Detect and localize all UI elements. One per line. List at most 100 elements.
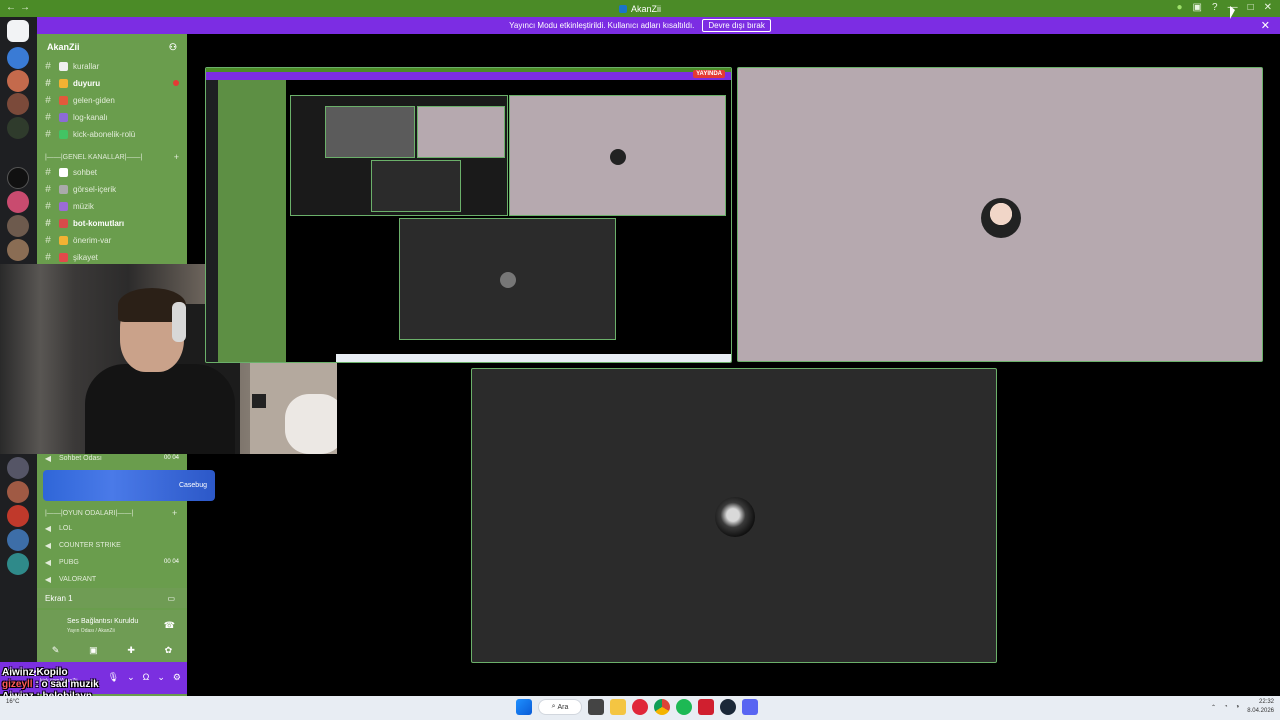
server-icon[interactable] bbox=[7, 167, 29, 189]
discord-home-icon[interactable] bbox=[7, 20, 29, 42]
server-icon[interactable] bbox=[7, 191, 29, 213]
server-icon[interactable] bbox=[7, 457, 29, 479]
add-user-icon[interactable]: ⚇ bbox=[169, 42, 177, 52]
channel-label: müzik bbox=[73, 201, 94, 211]
voice-channel-4[interactable]: ◀ VALORANT bbox=[37, 571, 187, 587]
nested-screen-tile bbox=[290, 95, 508, 216]
banner-close-icon[interactable]: ✕ bbox=[1261, 19, 1270, 32]
start-icon[interactable] bbox=[516, 699, 532, 715]
channel-emoji-icon bbox=[59, 129, 68, 139]
channel-emoji-icon bbox=[59, 61, 68, 71]
chrome-icon[interactable] bbox=[654, 699, 670, 715]
taskbar-search[interactable]: ⌕ Ara bbox=[538, 699, 582, 715]
category-game[interactable]: |——|OYUN ODALARI|——| bbox=[45, 510, 133, 517]
hash-icon: # bbox=[45, 217, 51, 229]
leaf-icon[interactable]: ● bbox=[1177, 2, 1183, 13]
speaker-icon: ◀ bbox=[44, 523, 52, 533]
screen-share-icon[interactable]: ▣ bbox=[89, 645, 98, 656]
weather-widget[interactable]: 16°C bbox=[6, 699, 19, 705]
discord-taskbar-icon[interactable] bbox=[742, 699, 758, 715]
server-name: AkanZii bbox=[47, 42, 80, 52]
channel-4[interactable]: # log-kanalı bbox=[37, 109, 187, 125]
channel-6[interactable]: # şikayet bbox=[37, 249, 187, 265]
window-title-wrap: AkanZii bbox=[0, 4, 1280, 14]
chat-message: Aiwinz Kopilo bbox=[2, 667, 99, 679]
channel-1[interactable]: # kurallar bbox=[37, 58, 187, 74]
server-icon[interactable] bbox=[7, 117, 29, 139]
network-icon[interactable]: ◔ bbox=[1224, 704, 1228, 710]
chat-text: : o sad muzik bbox=[35, 679, 99, 690]
volume-icon[interactable]: ◑ bbox=[1236, 704, 1240, 710]
channel-1[interactable]: # sohbet bbox=[37, 164, 187, 180]
screen-share-tile[interactable]: YAYINDA bbox=[205, 67, 732, 363]
participant-tile[interactable] bbox=[737, 67, 1263, 362]
popout-icon[interactable]: ▭ bbox=[167, 594, 175, 603]
participant-avatar bbox=[981, 198, 1021, 238]
chevron-down-icon[interactable]: ⌄ bbox=[157, 672, 165, 683]
voice-channel-3[interactable]: ◀ PUBG 00 04 bbox=[37, 554, 187, 570]
server-icon[interactable] bbox=[7, 239, 29, 261]
screen-share-panel[interactable]: Ekran 1 ▭ bbox=[37, 588, 187, 608]
server-icon[interactable] bbox=[7, 215, 29, 237]
server-header[interactable]: AkanZii ⚇ bbox=[37, 34, 187, 60]
chat-message: gizeyll : o sad muzik bbox=[2, 679, 99, 691]
windows-taskbar: 16°C ⌕ Ara ⌃ ◔ ◑ 22:32 8.04.2026 bbox=[0, 696, 1280, 720]
voice-user-count: 00 04 bbox=[163, 559, 179, 565]
channel-3[interactable]: # gelen-giden bbox=[37, 92, 187, 108]
close-window-icon[interactable]: ✕ bbox=[1264, 2, 1272, 13]
chevron-down-icon[interactable]: ⌄ bbox=[127, 672, 135, 683]
channel-emoji-icon bbox=[59, 95, 68, 105]
voice-channel-label: Sohbet Odası bbox=[59, 454, 102, 462]
channel-emoji-icon bbox=[59, 252, 68, 262]
channel-label: duyuru bbox=[73, 78, 101, 88]
maximize-icon[interactable]: □ bbox=[1248, 2, 1254, 13]
voice-channel-1[interactable]: ◀ LOL bbox=[37, 520, 187, 536]
server-icon[interactable] bbox=[7, 93, 29, 115]
camera-off-icon[interactable]: ✎ bbox=[52, 645, 60, 656]
voice-status-panel: Ses Bağlantısı Kuruldu Yayın Odası / Aka… bbox=[37, 610, 187, 640]
task-view-icon[interactable] bbox=[588, 699, 604, 715]
obs-icon[interactable] bbox=[698, 699, 714, 715]
participant-avatar bbox=[715, 497, 755, 537]
voice-user-tile[interactable]: Casebug bbox=[43, 470, 215, 501]
channel-5[interactable]: # önerim-var bbox=[37, 232, 187, 248]
clock-date: 8.04.2026 bbox=[1247, 708, 1274, 714]
spotify-icon[interactable] bbox=[676, 699, 692, 715]
voice-channel-2[interactable]: ◀ COUNTER STRIKE bbox=[37, 537, 187, 553]
disconnect-icon[interactable]: ☎ bbox=[164, 620, 175, 631]
add-channel-icon[interactable]: + bbox=[174, 152, 179, 162]
steam-icon[interactable] bbox=[720, 699, 736, 715]
tray-chevron-icon[interactable]: ⌃ bbox=[1211, 704, 1216, 711]
chat-text: Kopilo bbox=[36, 667, 68, 678]
channel-4[interactable]: # bot-komutları bbox=[37, 215, 187, 231]
category-general[interactable]: |——|GENEL KANALLAR|——| bbox=[45, 154, 142, 161]
channel-5[interactable]: # kick-abonelik-rolü bbox=[37, 126, 187, 142]
server-icon[interactable] bbox=[7, 505, 29, 527]
channel-emoji-icon bbox=[59, 184, 68, 194]
inbox-icon[interactable]: ▣ bbox=[1193, 2, 1202, 13]
channel-emoji-icon bbox=[59, 235, 68, 245]
channel-2[interactable]: # görsel-içerik bbox=[37, 181, 187, 197]
participant-tile[interactable] bbox=[471, 368, 997, 663]
clock[interactable]: 22:32 8.04.2026 bbox=[1247, 698, 1274, 716]
activities-icon[interactable]: ✚ bbox=[127, 645, 135, 656]
server-icon[interactable] bbox=[7, 481, 29, 503]
server-icon[interactable] bbox=[7, 47, 29, 69]
help-icon[interactable]: ? bbox=[1212, 2, 1218, 13]
server-icon[interactable] bbox=[7, 553, 29, 575]
channel-2[interactable]: # duyuru bbox=[37, 75, 187, 91]
opera-icon[interactable] bbox=[632, 699, 648, 715]
settings-icon[interactable]: ⚙ bbox=[173, 672, 181, 683]
disable-streamer-mode-button[interactable]: Devre dışı bırak bbox=[702, 19, 771, 32]
chat-user: gizeyll bbox=[2, 679, 33, 690]
soundboard-icon[interactable]: ✿ bbox=[165, 645, 173, 656]
server-icon[interactable] bbox=[7, 529, 29, 551]
nested-taskbar bbox=[336, 354, 731, 362]
microphone-icon[interactable]: 🎙︎ bbox=[108, 672, 119, 683]
file-explorer-icon[interactable] bbox=[610, 699, 626, 715]
window-controls: ● ▣ ? — □ ✕ bbox=[1177, 2, 1273, 13]
server-icon[interactable] bbox=[7, 70, 29, 92]
channel-3[interactable]: # müzik bbox=[37, 198, 187, 214]
add-game-channel-icon[interactable]: + bbox=[172, 508, 177, 518]
headphones-icon[interactable]: Ω bbox=[143, 672, 150, 683]
